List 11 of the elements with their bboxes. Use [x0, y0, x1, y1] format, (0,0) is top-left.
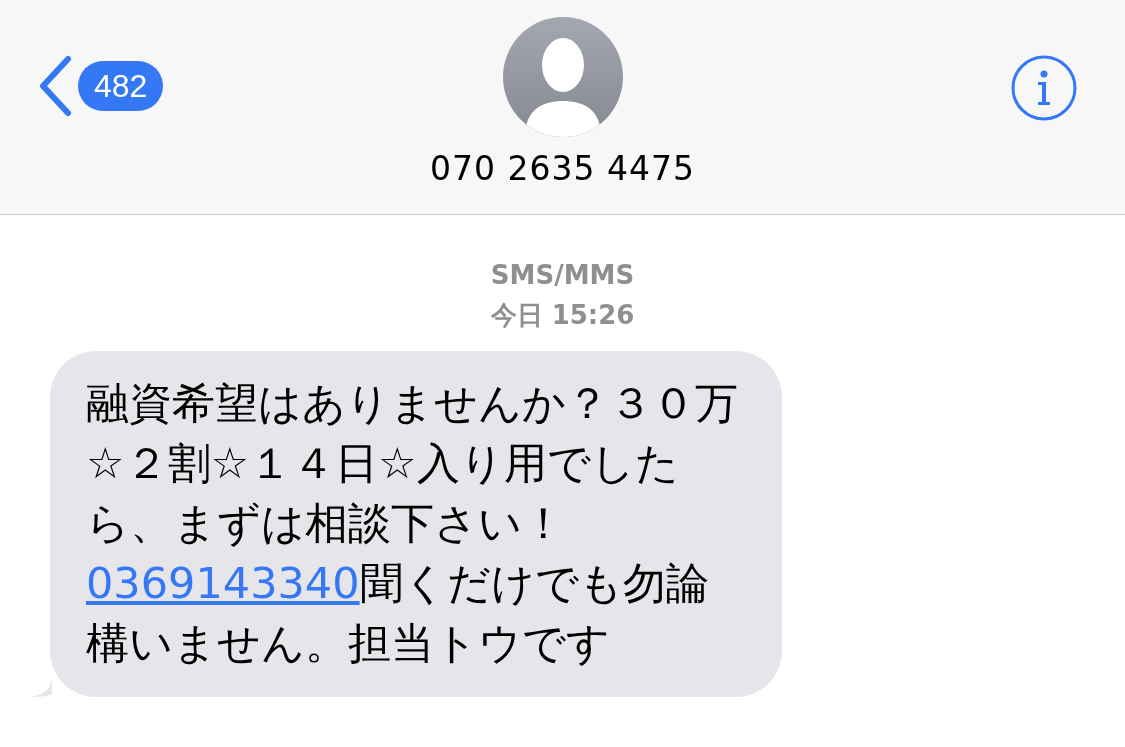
message-text: 融資希望はありませんか？３０万☆２割☆１４日☆入り用でしたら、まずは相談下さい！ 0369143340聞くだけでも勿論構いません。担当トウです [86, 377, 739, 670]
phone-link[interactable]: 0369143340 [86, 558, 360, 608]
info-icon[interactable] [1011, 55, 1077, 121]
contact-phone-number: 070 2635 4475 [430, 149, 695, 188]
chevron-left-icon [38, 55, 72, 117]
timestamp: 今日 15:26 [489, 299, 636, 332]
back-button[interactable]: 482 [38, 55, 164, 117]
bubble-tail [32, 675, 52, 697]
service-label: SMS/MMS [489, 259, 636, 292]
unread-count-badge: 482 [78, 61, 164, 111]
avatar-icon[interactable] [502, 17, 623, 137]
